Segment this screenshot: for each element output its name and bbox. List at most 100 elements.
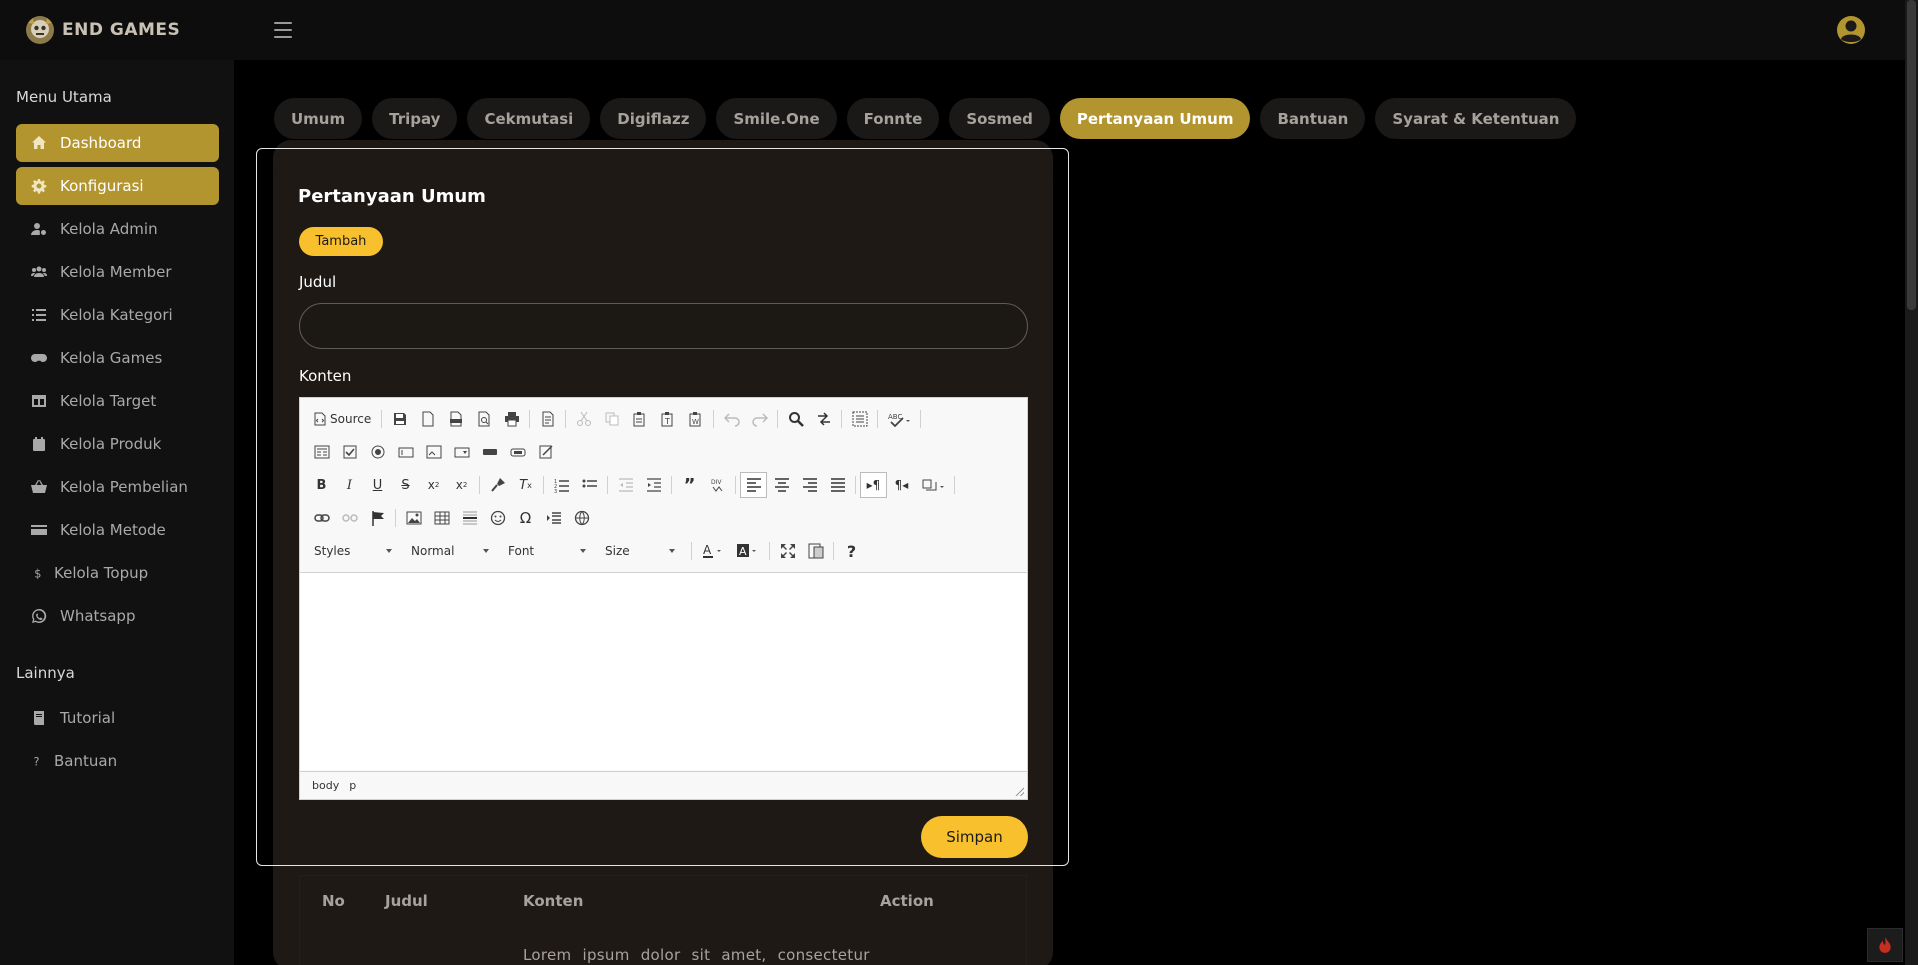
language-icon[interactable] [916,472,950,498]
paste-icon[interactable] [626,406,653,432]
sidebar-item-tutorial[interactable]: Tutorial [16,699,219,737]
radio-icon[interactable] [364,439,391,465]
add-button[interactable]: Tambah [299,227,383,256]
text-direction-ltr-icon[interactable]: ▸¶ [860,472,887,498]
tab-umum[interactable]: Umum [274,98,363,139]
remove-format-icon[interactable]: Tx [512,472,539,498]
scrollbar-thumb[interactable] [1907,0,1916,310]
horizontal-line-icon[interactable] [456,505,483,531]
sidebar-item-whatsapp[interactable]: Whatsapp [16,597,219,635]
checkbox-icon[interactable] [336,439,363,465]
tab-bantuan[interactable]: Bantuan [1260,98,1366,139]
anchor-icon[interactable] [364,505,391,531]
form-icon[interactable] [308,439,335,465]
tab-pertanyaan-umum[interactable]: Pertanyaan Umum [1059,98,1251,139]
align-center-icon[interactable] [768,472,795,498]
replace-icon[interactable] [810,406,837,432]
save-icon[interactable] [386,406,413,432]
preview-icon[interactable] [470,406,497,432]
templates-icon[interactable] [534,406,561,432]
align-left-icon[interactable] [740,472,767,498]
sidebar-item-kelola-member[interactable]: Kelola Member [16,253,219,291]
bold-icon[interactable]: B [308,472,335,498]
text-direction-rtl-icon[interactable]: ¶◂ [888,472,915,498]
iframe-icon[interactable] [568,505,595,531]
source-button[interactable]: Source [308,406,377,432]
user-avatar-icon[interactable] [1836,15,1866,45]
judul-input[interactable] [299,303,1028,349]
copy-format-icon[interactable] [484,472,511,498]
align-justify-icon[interactable] [824,472,851,498]
sidebar-item-bantuan[interactable]: ? Bantuan [16,742,219,780]
resize-handle-icon[interactable] [1015,787,1024,796]
special-char-icon[interactable]: Ω [512,505,539,531]
find-icon[interactable] [782,406,809,432]
tab-syarat-ketentuan[interactable]: Syarat & Ketentuan [1375,98,1577,139]
print-icon[interactable] [498,406,525,432]
italic-icon[interactable]: I [336,472,363,498]
styles-dropdown[interactable]: Styles [308,539,398,563]
background-color-icon[interactable]: A [731,538,765,564]
sidebar-item-kelola-produk[interactable]: Kelola Produk [16,425,219,463]
blockquote-icon[interactable]: ” [676,472,703,498]
page-scrollbar[interactable] [1905,0,1918,965]
tab-sosmed[interactable]: Sosmed [949,98,1050,139]
textarea-icon[interactable] [420,439,447,465]
flame-icon[interactable] [1867,928,1903,962]
paste-word-icon[interactable]: W [682,406,709,432]
hidden-field-icon[interactable] [532,439,559,465]
format-dropdown[interactable]: Normal [405,539,495,563]
sidebar-item-kelola-topup[interactable]: $ Kelola Topup [16,554,219,592]
redo-icon[interactable] [746,406,773,432]
tab-cekmutasi[interactable]: Cekmutasi [467,98,591,139]
text-field-icon[interactable] [392,439,419,465]
maximize-icon[interactable] [774,538,801,564]
sidebar-item-kelola-admin[interactable]: Kelola Admin [16,210,219,248]
create-div-icon[interactable]: DIV [704,472,731,498]
bulleted-list-icon[interactable] [576,472,603,498]
export-pdf-icon[interactable] [442,406,469,432]
outdent-icon[interactable] [612,472,639,498]
sidebar-item-dashboard[interactable]: Dashboard [16,124,219,162]
new-page-icon[interactable] [414,406,441,432]
font-dropdown[interactable]: Font [502,539,592,563]
text-color-icon[interactable]: A [696,538,730,564]
align-right-icon[interactable] [796,472,823,498]
page-break-icon[interactable] [540,505,567,531]
link-icon[interactable] [308,505,335,531]
select-all-icon[interactable] [846,406,873,432]
copy-icon[interactable] [598,406,625,432]
element-path-p[interactable]: p [349,779,356,792]
superscript-icon[interactable]: x2 [448,472,475,498]
menu-toggle-icon[interactable] [274,22,292,38]
show-blocks-icon[interactable] [802,538,829,564]
sidebar-item-kelola-games[interactable]: Kelola Games [16,339,219,377]
sidebar-item-kelola-kategori[interactable]: Kelola Kategori [16,296,219,334]
editor-content-area[interactable] [300,572,1027,770]
sidebar-item-kelola-metode[interactable]: Kelola Metode [16,511,219,549]
tab-smile-one[interactable]: Smile.One [716,98,837,139]
sidebar-item-kelola-target[interactable]: Kelola Target [16,382,219,420]
tab-digiflazz[interactable]: Digiflazz [600,98,707,139]
size-dropdown[interactable]: Size [599,539,681,563]
image-icon[interactable] [400,505,427,531]
indent-icon[interactable] [640,472,667,498]
table-icon[interactable] [428,505,455,531]
sidebar-item-konfigurasi[interactable]: Konfigurasi [16,167,219,205]
tab-tripay[interactable]: Tripay [372,98,458,139]
button-field-icon[interactable] [476,439,503,465]
image-button-icon[interactable] [504,439,531,465]
spellcheck-icon[interactable]: ABC [882,406,916,432]
cut-icon[interactable] [570,406,597,432]
subscript-icon[interactable]: x2 [420,472,447,498]
strikethrough-icon[interactable]: S [392,472,419,498]
underline-icon[interactable]: U [364,472,391,498]
undo-icon[interactable] [718,406,745,432]
sidebar-item-kelola-pembelian[interactable]: Kelola Pembelian [16,468,219,506]
paste-text-icon[interactable]: T [654,406,681,432]
select-field-icon[interactable] [448,439,475,465]
brand[interactable]: END GAMES [24,14,180,46]
element-path-body[interactable]: body [312,779,339,792]
help-icon[interactable]: ? [838,538,865,564]
save-button[interactable]: Simpan [921,816,1028,858]
